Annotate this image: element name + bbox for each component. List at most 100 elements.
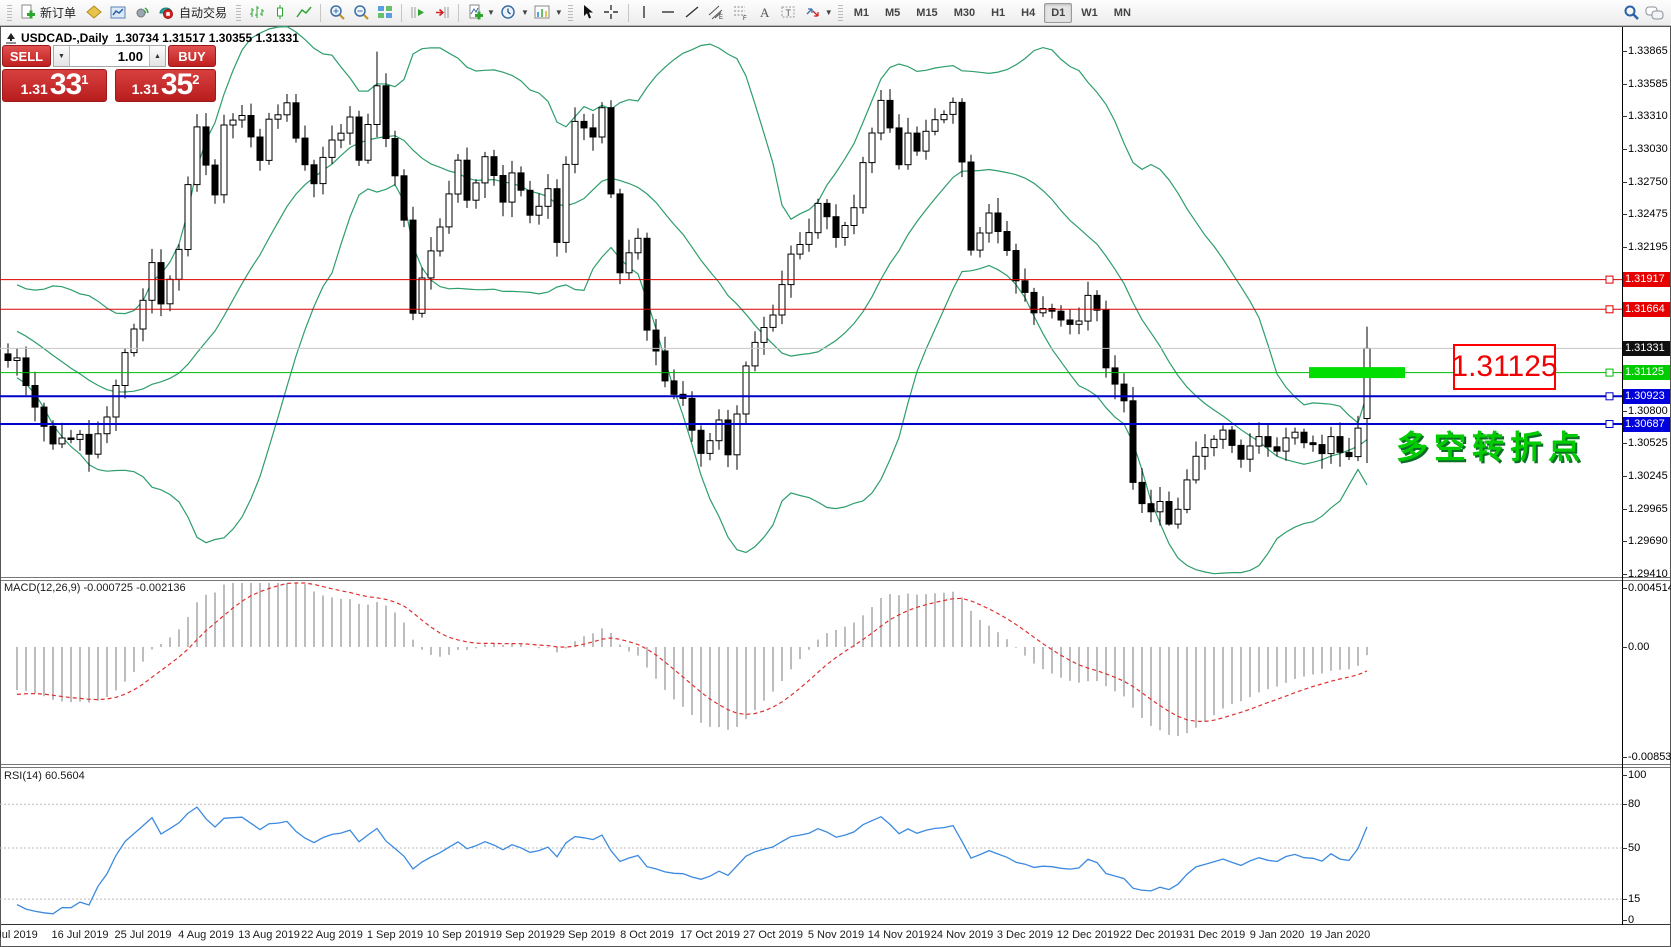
price-tick-mark (1622, 51, 1627, 52)
timeframe-button-w1[interactable]: W1 (1074, 3, 1105, 23)
trendline-icon[interactable] (681, 1, 705, 25)
price-tick-mark (1622, 214, 1627, 215)
periods-dropdown-caret[interactable]: ▼ (521, 8, 529, 17)
price-tick-label: 1.30800 (1628, 404, 1668, 418)
sell-price-small: 1.31 (21, 79, 48, 99)
sell-price-sup: 1 (81, 74, 88, 86)
date-label: 25 Jul 2019 (115, 929, 172, 941)
volume-value[interactable]: 1.00 (70, 49, 149, 64)
search-icon[interactable] (1619, 1, 1643, 25)
price-line-label: 1.31331 (1623, 341, 1670, 356)
vertical-line-icon[interactable] (633, 1, 657, 25)
toolbar-separator (458, 4, 459, 22)
symbols-icon[interactable] (82, 1, 106, 25)
svg-text:A: A (760, 5, 770, 20)
timeframe-group: M1M5M15M30H1H4D1W1MN (846, 3, 1139, 23)
toolbar-grip[interactable] (236, 5, 241, 21)
price-tick-mark (1622, 476, 1627, 477)
date-label: 19 Jan 2020 (1310, 929, 1371, 941)
zoom-in-icon[interactable] (325, 1, 349, 25)
toolbar-grip[interactable] (838, 5, 843, 21)
toolbar-grip[interactable] (568, 5, 573, 21)
auto-scroll-icon[interactable] (406, 1, 430, 25)
zoom-out-icon[interactable] (349, 1, 373, 25)
timeframe-button-mn[interactable]: MN (1107, 3, 1138, 23)
bar-chart-icon[interactable] (244, 1, 268, 25)
profile-icon[interactable] (106, 1, 130, 25)
chart-shift-icon[interactable] (430, 1, 454, 25)
chat-icon[interactable] (1643, 1, 1667, 25)
price-tick-label: 1.29690 (1628, 534, 1668, 548)
date-label: 22 Dec 2019 (1120, 929, 1182, 941)
timeframe-button-h4[interactable]: H4 (1014, 3, 1042, 23)
volume-stepper[interactable]: ▼ 1.00 ▲ (53, 45, 166, 67)
date-label: Jul 2019 (0, 929, 38, 941)
price-callout-box[interactable]: 1.31125 (1453, 344, 1556, 390)
new-order-label[interactable]: 新订单 (40, 4, 76, 21)
main-toolbar: 新订单 自动交易 (0, 0, 1671, 26)
price-tick-label: 1.30525 (1628, 436, 1668, 450)
rsi-label: RSI(14) 60.5604 (4, 770, 85, 782)
date-label: 12 Dec 2019 (1057, 929, 1119, 941)
templates-icon[interactable] (531, 1, 555, 25)
arrows-dropdown-caret[interactable]: ▼ (825, 8, 833, 17)
date-label: 3 Dec 2019 (997, 929, 1053, 941)
indicator-tick-label: 0.004514 (1628, 581, 1671, 595)
tile-windows-icon[interactable] (373, 1, 397, 25)
indicator-tick-mark (1622, 899, 1627, 900)
text-icon[interactable]: A (753, 1, 777, 25)
one-click-trade-panel: SELL ▼ 1.00 ▲ BUY 1.31 33 1 1.31 35 2 (2, 45, 216, 102)
main-chart-canvas[interactable] (0, 26, 1622, 578)
toolbar-grip[interactable] (7, 5, 12, 21)
autotrading-label[interactable]: 自动交易 (179, 4, 227, 21)
buy-button[interactable]: BUY (168, 45, 216, 67)
timeframe-button-d1[interactable]: D1 (1044, 3, 1072, 23)
timeframe-button-m5[interactable]: M5 (878, 3, 907, 23)
volume-decrease-button[interactable]: ▼ (54, 46, 70, 66)
timeframe-button-m30[interactable]: M30 (947, 3, 982, 23)
sell-price-tile[interactable]: 1.31 33 1 (2, 69, 107, 102)
date-label: 10 Sep 2019 (427, 929, 489, 941)
price-tick-mark (1622, 443, 1627, 444)
price-tick-label: 1.32750 (1628, 175, 1668, 189)
indicators-dropdown-caret[interactable]: ▼ (487, 8, 495, 17)
chart-ohlc-values: 1.30734 1.31517 1.30355 1.31331 (115, 31, 299, 45)
sell-button[interactable]: SELL (2, 45, 51, 67)
new-order-icon[interactable] (15, 1, 39, 25)
indicators-icon[interactable] (463, 1, 487, 25)
arrows-icon[interactable] (801, 1, 825, 25)
buy-price-sup: 2 (192, 74, 199, 86)
price-line-label: 1.31917 (1623, 272, 1670, 287)
indicator-tick-label: 80 (1628, 797, 1640, 811)
rsi-panel-canvas[interactable] (0, 768, 1622, 924)
svg-text:T: T (786, 8, 792, 18)
text-label-icon[interactable]: T (777, 1, 801, 25)
price-tick-mark (1622, 541, 1627, 542)
indicator-tick-label: -0.008533 (1628, 750, 1671, 764)
price-tick-label: 1.32475 (1628, 207, 1668, 221)
news-signal-icon[interactable] (130, 1, 154, 25)
price-tick-mark (1622, 574, 1627, 575)
volume-increase-button[interactable]: ▲ (149, 46, 165, 66)
line-chart-icon[interactable] (292, 1, 316, 25)
indicator-tick-label: 15 (1628, 892, 1640, 906)
price-tick-label: 1.29410 (1628, 567, 1668, 581)
autotrading-icon[interactable] (154, 1, 178, 25)
turning-point-annotation[interactable]: 多空转折点 (1396, 422, 1586, 468)
macd-panel-canvas[interactable] (0, 581, 1622, 764)
timeframe-button-h1[interactable]: H1 (984, 3, 1012, 23)
equidistant-channel-icon[interactable]: E (705, 1, 729, 25)
timeframe-button-m1[interactable]: M1 (847, 3, 876, 23)
periods-clock-icon[interactable] (497, 1, 521, 25)
candlestick-chart-icon[interactable] (268, 1, 292, 25)
buy-price-tile[interactable]: 1.31 35 2 (115, 69, 216, 102)
crosshair-icon[interactable] (600, 1, 624, 25)
price-tick-label: 1.33030 (1628, 142, 1668, 156)
templates-dropdown-caret[interactable]: ▼ (555, 8, 563, 17)
date-label: 31 Dec 2019 (1183, 929, 1245, 941)
horizontal-line-icon[interactable] (657, 1, 681, 25)
timeframe-button-m15[interactable]: M15 (909, 3, 944, 23)
fibonacci-icon[interactable]: F (729, 1, 753, 25)
cursor-icon[interactable] (576, 1, 600, 25)
date-label: 14 Nov 2019 (868, 929, 930, 941)
